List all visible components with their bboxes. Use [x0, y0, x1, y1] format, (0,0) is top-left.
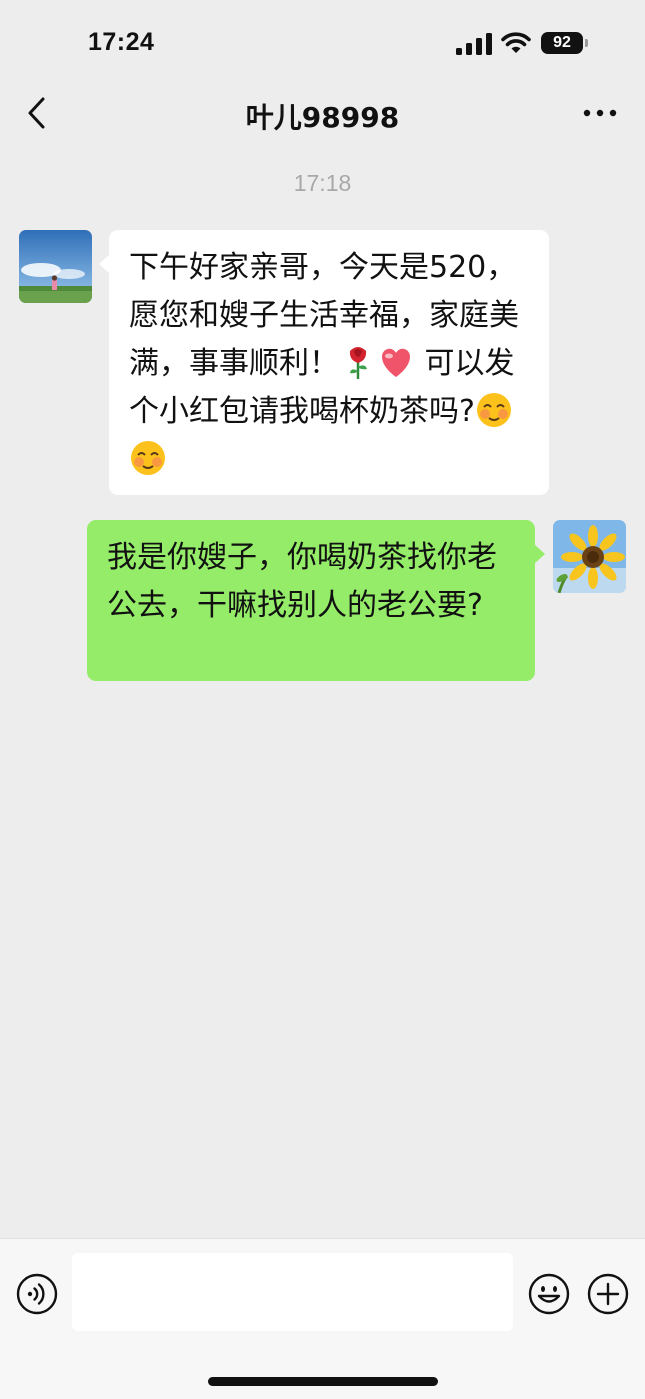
more-button[interactable]	[574, 98, 626, 128]
chat-input-bar	[0, 1238, 645, 1399]
rose-emoji	[349, 347, 367, 379]
message-bubble-sent[interactable]: 我是你嫂子，你喝奶茶找你老公去，干嘛找别人的老公要?	[87, 520, 545, 681]
chat-title: 叶儿98998	[245, 101, 400, 134]
wifi-icon	[501, 32, 531, 53]
message-text-sent: 我是你嫂子，你喝奶茶找你老公去，干嘛找别人的老公要?	[107, 540, 497, 623]
shy-face-emoji	[476, 393, 511, 427]
sunflower-avatar	[553, 520, 626, 593]
contact-avatar[interactable]	[19, 230, 92, 303]
emoji-icon[interactable]	[528, 1273, 570, 1315]
battery-icon: 92	[541, 32, 589, 54]
landscape-avatar	[19, 230, 92, 303]
more-horizontal-icon	[583, 109, 617, 117]
battery-level: 92	[541, 32, 583, 54]
message-input[interactable]	[72, 1253, 513, 1331]
self-avatar[interactable]	[553, 520, 626, 593]
chat-header: 叶儿98998	[0, 80, 645, 146]
voice-icon[interactable]	[16, 1273, 58, 1315]
signal-icon	[456, 33, 492, 55]
shy-face-emoji	[131, 441, 165, 475]
message-bubble-received[interactable]: 下午好家亲哥，今天是520，愿您和嫂子生活幸福，家庭美满，事事顺利！ 可以发个小…	[99, 230, 549, 495]
heart-emoji	[382, 348, 410, 377]
status-time: 17:24	[88, 28, 155, 56]
status-bar: 17:24 92	[0, 0, 645, 80]
message-timestamp: 17:18	[293, 170, 352, 196]
plus-icon[interactable]	[587, 1273, 629, 1315]
home-indicator	[208, 1377, 438, 1386]
